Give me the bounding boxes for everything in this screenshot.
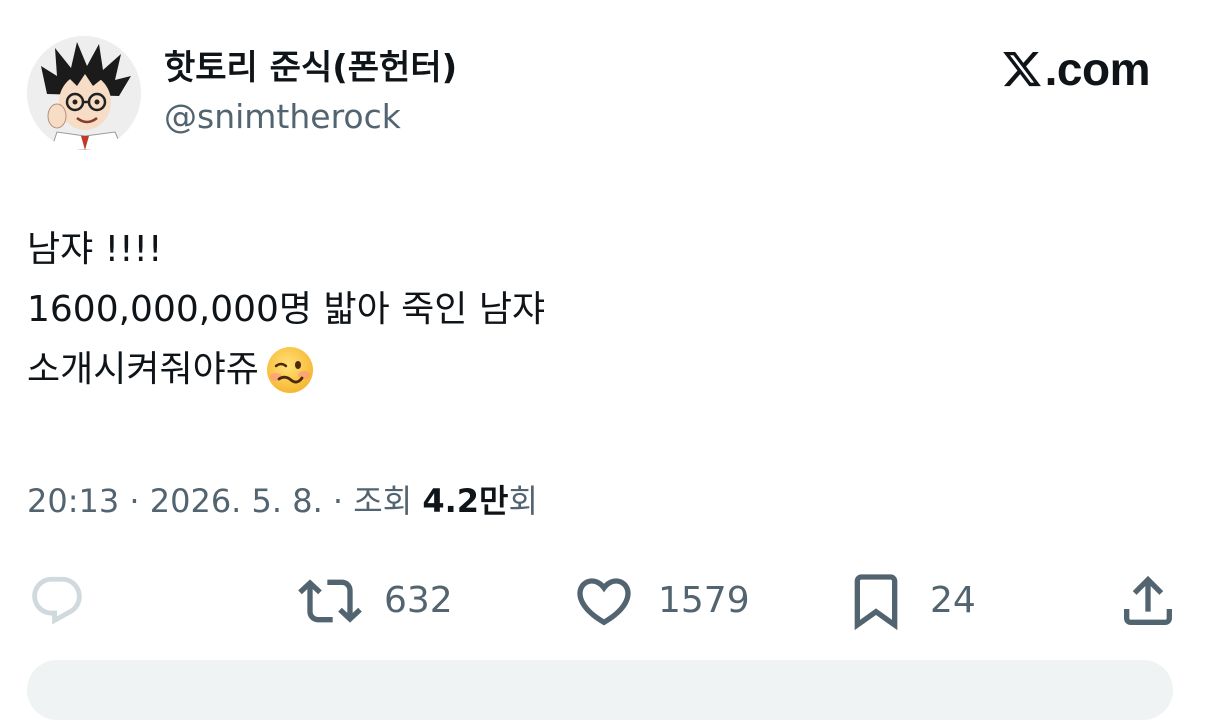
meta-separator: · xyxy=(332,482,344,520)
reply-bubble-icon xyxy=(32,576,82,625)
bookmark-icon xyxy=(854,574,898,631)
retweet-count: 632 xyxy=(384,580,453,621)
tweet-line-text: 1600,000,000명 밟아 죽인 남쟈 xyxy=(27,289,546,330)
tweet-line-text: 소개시켜줘야쥬 xyxy=(27,349,259,390)
tweet-actions: 632 1579 24 xyxy=(0,566,1206,636)
tweet-line-text: 남쟈 !!!! xyxy=(27,229,163,270)
author-avatar[interactable] xyxy=(27,36,141,150)
reply-composer[interactable] xyxy=(27,660,1173,720)
like-button[interactable]: 1579 xyxy=(572,566,750,636)
author-display-name[interactable]: 핫토리 준식(폰헌터) xyxy=(164,44,457,92)
tweet-text: 남쟈 !!!! 1600,000,000명 밟아 죽인 남쟈 소개시켜줘야쥬 xyxy=(27,220,1167,400)
bookmark-button[interactable]: 24 xyxy=(844,566,976,636)
tweet-line: 남쟈 !!!! xyxy=(27,220,1167,280)
share-button[interactable] xyxy=(1116,566,1180,636)
x-logo-icon xyxy=(1002,51,1041,87)
share-icon xyxy=(1124,575,1172,625)
views-label: 조회 xyxy=(353,482,413,520)
bookmark-count: 24 xyxy=(930,580,976,621)
author-handle[interactable]: @snimtherock xyxy=(164,94,401,140)
views-suffix: 회 xyxy=(508,482,538,520)
tweet-meta: 20:13 · 2026. 5. 8. · 조회 4.2만회 xyxy=(27,478,538,524)
x-brand: .com xyxy=(1001,40,1151,98)
meta-separator: · xyxy=(129,482,140,520)
reply-button[interactable] xyxy=(28,566,86,636)
woozy-face-emoji xyxy=(266,347,313,393)
retweet-button[interactable]: 632 xyxy=(298,566,453,636)
tweet-line: 1600,000,000명 밟아 죽인 남쟈 xyxy=(27,280,1167,340)
cartoon-avatar-icon xyxy=(27,36,141,150)
x-brand-domain: .com xyxy=(1044,43,1151,95)
like-count: 1579 xyxy=(658,580,750,621)
tweet-line: 소개시켜줘야쥬 xyxy=(27,340,1167,400)
retweet-icon xyxy=(298,579,362,623)
tweet-date[interactable]: 2026. 5. 8. xyxy=(150,482,323,520)
views-count: 4.2만 xyxy=(422,482,509,520)
tweet-time[interactable]: 20:13 xyxy=(27,482,119,520)
heart-icon xyxy=(577,578,631,626)
